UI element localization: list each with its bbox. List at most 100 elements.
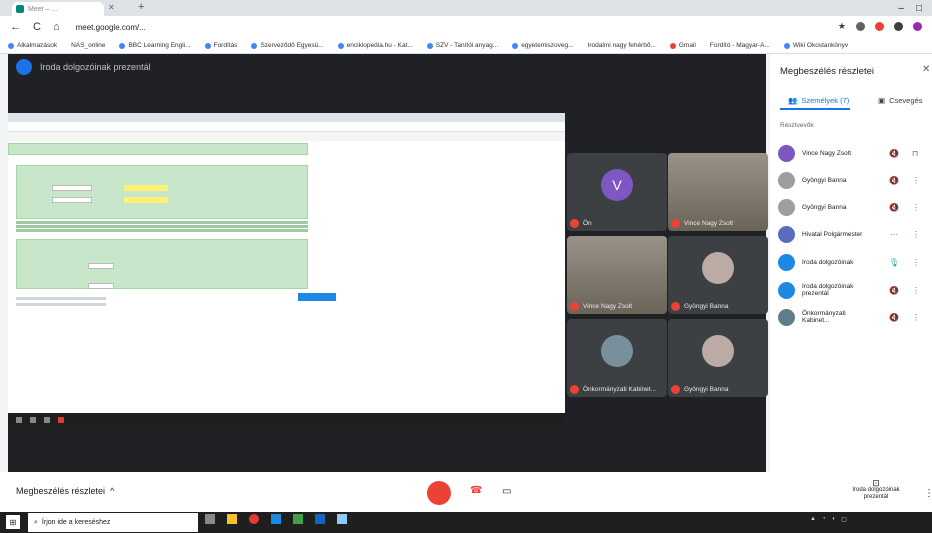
participant-tile[interactable]: V Ön <box>567 153 667 231</box>
participant-row[interactable]: Gyöngyi Banna 🔇 ⋮ <box>778 197 928 217</box>
notification-icon[interactable]: ▢ <box>841 516 847 523</box>
apps-icon <box>8 42 14 49</box>
participant-row[interactable]: Hivatal Polgármester ··· ⋮ <box>778 224 928 244</box>
mic-off-icon[interactable]: 🔇 <box>886 313 902 322</box>
participant-tile[interactable]: Önkormányzati Kabinet... <box>567 319 667 397</box>
more-options-icon[interactable]: ⋮ <box>912 313 920 322</box>
more-options-icon[interactable]: ⋮ <box>912 203 920 212</box>
file-explorer-icon[interactable] <box>227 514 237 524</box>
present-button[interactable]: ⊡ Iroda dolgozóinak prezentál <box>846 479 906 501</box>
shared-field <box>52 197 92 203</box>
tab-close-icon[interactable]: ✕ <box>108 3 115 12</box>
network-icon[interactable]: ◔ <box>822 516 826 523</box>
bookmark-item[interactable]: NAS_online <box>71 42 105 49</box>
chrome-icon[interactable] <box>249 514 259 524</box>
taskbar-search-input[interactable]: ⌕ Írjon ide a kereséshez <box>28 513 198 532</box>
bookmark-item[interactable]: Gmail <box>669 42 696 49</box>
bookmark-icon <box>426 42 433 49</box>
participant-tile[interactable]: Vince Nagy Zsolt <box>668 153 768 231</box>
mic-off-icon[interactable]: 🔇 <box>886 149 902 158</box>
participant-tile[interactable]: Gyöngyi Banna <box>668 236 768 314</box>
shared-field <box>124 185 168 191</box>
more-options-icon[interactable]: ⋮ <box>912 176 920 185</box>
new-tab-button[interactable]: + <box>138 1 144 13</box>
bookmark-item[interactable]: Fordítás <box>204 42 237 49</box>
avatar <box>778 198 795 216</box>
app-icon[interactable] <box>337 514 347 524</box>
app-icon[interactable] <box>293 514 303 524</box>
window-controls: – □ <box>898 3 922 14</box>
meeting-controls-bar <box>0 472 932 512</box>
bookmark-item[interactable]: Fordító - Magyar-A... <box>710 42 770 49</box>
volume-icon[interactable]: ◖ <box>832 516 836 523</box>
reload-button[interactable]: C <box>33 21 41 33</box>
mic-on-icon[interactable]: 🎙 <box>886 258 902 267</box>
participant-name: Önkormányzati Kabinet... <box>583 386 656 393</box>
app-icon[interactable] <box>271 514 281 524</box>
gmail-icon <box>669 42 676 49</box>
mic-off-icon[interactable]: 🔇 <box>886 286 902 295</box>
task-view-icon[interactable] <box>205 514 215 524</box>
extension-icons: ★ <box>838 21 922 32</box>
maximize-button[interactable]: □ <box>916 3 922 14</box>
bookmark-icon <box>204 42 211 49</box>
shared-form-header <box>8 143 308 155</box>
shared-form-panel <box>16 165 308 219</box>
mic-off-icon <box>671 219 680 228</box>
extension-icon[interactable] <box>894 22 903 31</box>
meeting-details-button[interactable]: Megbeszélés részletei ^ <box>16 486 114 496</box>
mic-off-icon[interactable]: 🔇 <box>886 203 902 212</box>
app-icon[interactable] <box>315 514 325 524</box>
bookmark-item[interactable]: Alkalmazások <box>8 42 57 49</box>
bookmark-item[interactable]: BBC Learning Engli... <box>119 42 191 49</box>
more-options-icon[interactable]: ⋮ <box>912 230 920 239</box>
camera-icon[interactable]: ▭ <box>502 486 511 497</box>
presenter-avatar <box>16 59 32 75</box>
participant-row[interactable]: Iroda dolgozóinak prezentál 🔇 ⋮ <box>778 280 928 300</box>
bookmark-item[interactable]: Irodalmi nagy fehérbő... <box>588 42 656 49</box>
extension-icon[interactable] <box>856 22 865 31</box>
bookmark-icon <box>783 42 790 49</box>
participant-tile[interactable]: Vince Nagy Zsolt <box>567 236 667 314</box>
participant-row[interactable]: Önkormányzati Kabinet... 🔇 ⋮ <box>778 307 928 327</box>
more-options-icon[interactable]: ⋮ <box>912 286 920 295</box>
bookmark-icon <box>119 42 126 49</box>
participant-avatar <box>702 252 734 284</box>
shared-screen <box>8 113 565 413</box>
pin-icon[interactable]: ⊓ <box>912 149 918 158</box>
bookmark-item[interactable]: SZV - Tanítói anyag... <box>426 42 498 49</box>
url-field[interactable]: meet.google.com/... <box>76 23 146 32</box>
participant-row[interactable]: Gyöngyi Banna 🔇 ⋮ <box>778 170 928 190</box>
bookmark-item[interactable]: Wiki Okostankönyv <box>783 42 848 49</box>
hang-up-icon[interactable]: ☎ <box>470 485 482 496</box>
tab-title: Meet – ... <box>28 5 58 13</box>
participant-name: Vince Nagy Zsolt <box>802 149 852 157</box>
participant-name: Vince Nagy Zsolt <box>583 303 633 310</box>
more-options-icon[interactable]: ⋮ <box>924 488 932 499</box>
bookmark-item[interactable]: egyetemiszoveg... <box>512 42 574 49</box>
mic-off-icon[interactable]: 🔇 <box>886 176 902 185</box>
back-button[interactable]: ← <box>10 21 21 33</box>
avatar <box>778 171 795 189</box>
participant-row[interactable]: Iroda dolgozóinak 🎙 ⋮ <box>778 252 928 272</box>
tab-people[interactable]: 👥 Személyek (7) <box>788 96 849 105</box>
tray-icon[interactable]: ▲ <box>810 516 816 523</box>
bookmark-icon <box>251 42 258 49</box>
minimize-button[interactable]: – <box>898 3 904 14</box>
mic-toggle-button[interactable] <box>427 481 451 505</box>
more-options-icon[interactable]: ⋮ <box>912 258 920 267</box>
home-button[interactable]: ⌂ <box>53 21 60 33</box>
profile-avatar[interactable] <box>913 22 922 31</box>
participant-avatar <box>702 335 734 367</box>
tab-chat[interactable]: ▣ Csevegés <box>878 96 922 105</box>
participant-tile[interactable]: Gyöngyi Banna <box>668 319 768 397</box>
extension-icon[interactable] <box>875 22 884 31</box>
start-button[interactable]: ⊞ <box>6 515 20 529</box>
bookmark-item[interactable]: Szerveződő Egyesü... <box>251 42 324 49</box>
bookmark-star-icon[interactable]: ★ <box>838 21 846 32</box>
close-icon[interactable]: ✕ <box>922 64 930 75</box>
browser-tab[interactable]: Meet – ... <box>12 2 104 16</box>
chat-icon: ▣ <box>878 96 886 105</box>
bookmark-item[interactable]: enciklopedia.hu - Kat... <box>337 42 413 49</box>
participant-row[interactable]: Vince Nagy Zsolt 🔇 ⊓ <box>778 143 928 163</box>
